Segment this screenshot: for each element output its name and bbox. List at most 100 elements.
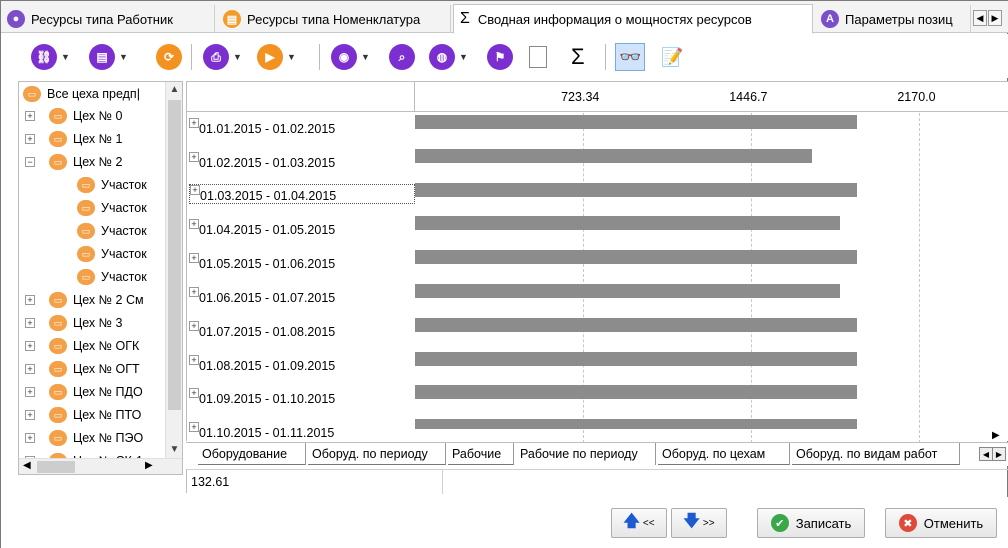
scroll-thumb[interactable] bbox=[168, 100, 181, 410]
expand-icon[interactable]: + bbox=[25, 111, 35, 121]
flag-button[interactable]: ⚑ bbox=[487, 43, 513, 71]
chevron-down-icon[interactable]: ▼ bbox=[119, 52, 128, 62]
period-row-label[interactable]: +01.04.2015 - 01.05.2015 bbox=[189, 217, 389, 237]
workshop-tree[interactable]: ▭ Все цеха предп| + ▭ Цех № 0 + ▭ Цех № 1 − ▭ Це… bbox=[18, 81, 183, 475]
period-row-label[interactable]: +01.06.2015 - 01.07.2015 bbox=[189, 285, 389, 305]
period-row-label[interactable]: +01.02.2015 - 01.03.2015 bbox=[189, 150, 389, 170]
new-page-button[interactable] bbox=[529, 43, 547, 71]
period-row-label[interactable]: +01.03.2015 - 01.04.2015 bbox=[189, 183, 415, 204]
tree-item[interactable]: ▭ Участок bbox=[77, 174, 147, 196]
tree-item[interactable]: + ▭ Цех № ОГК bbox=[25, 335, 139, 357]
sheet-scroll-right-button[interactable]: ▶ bbox=[992, 447, 1006, 461]
expand-icon[interactable]: + bbox=[189, 287, 199, 297]
sheet-tab[interactable]: Рабочие по периоду bbox=[516, 443, 656, 465]
globe-button[interactable]: ◍ ▼ bbox=[429, 43, 468, 71]
expand-icon[interactable]: + bbox=[25, 410, 35, 420]
tree-item[interactable]: − ▭ Цех № 2 bbox=[25, 151, 122, 173]
expand-icon[interactable]: + bbox=[189, 118, 199, 128]
expand-icon[interactable]: + bbox=[25, 318, 35, 328]
tab-capacity-summary[interactable]: Σ Сводная информация о мощностях ресурсо… bbox=[453, 4, 813, 34]
scroll-left-icon[interactable]: ◀ bbox=[23, 460, 31, 471]
tree-vertical-scrollbar[interactable]: ▲ ▼ bbox=[165, 82, 182, 460]
scroll-right-icon[interactable]: ▶ bbox=[145, 460, 153, 471]
sheet-tab[interactable]: Оборуд. по видам работ bbox=[792, 443, 960, 465]
expand-icon[interactable]: + bbox=[25, 433, 35, 443]
period-row-label[interactable]: +01.09.2015 - 01.10.2015 bbox=[189, 386, 389, 406]
tab-scroll-right-button[interactable]: ▶ bbox=[988, 10, 1002, 26]
expand-icon[interactable]: + bbox=[25, 364, 35, 374]
expand-icon[interactable]: + bbox=[189, 354, 199, 365]
print-button[interactable]: ⎙ ▼ bbox=[203, 43, 242, 71]
tree-item-label: Цех № ПТО bbox=[73, 408, 142, 422]
chevron-down-icon[interactable]: ▼ bbox=[287, 52, 296, 62]
tree-horizontal-scrollbar[interactable]: ◀ ▶ bbox=[19, 458, 182, 474]
tree-root[interactable]: ▭ Все цеха предп| bbox=[23, 83, 140, 105]
sheet-scroll-left-button[interactable]: ◀ bbox=[979, 447, 993, 461]
tree-item[interactable]: ▭ Участок bbox=[77, 197, 147, 219]
save-button[interactable]: ✔ Записать bbox=[757, 508, 865, 538]
expand-icon[interactable]: + bbox=[189, 151, 199, 162]
chart-scroll-right-icon[interactable]: ▶ bbox=[992, 430, 1000, 441]
chevron-down-icon[interactable]: ▼ bbox=[459, 52, 468, 62]
workshop-icon: ▭ bbox=[49, 361, 67, 377]
tree-item[interactable]: + ▭ Цех № ПДО bbox=[25, 381, 143, 403]
tree-item[interactable]: ▭ Участок bbox=[77, 243, 147, 265]
view-button[interactable]: ◉ ▼ bbox=[331, 43, 370, 71]
tree-item[interactable]: + ▭ Цех № 0 bbox=[25, 105, 122, 127]
scroll-down-icon[interactable]: ▼ bbox=[166, 444, 182, 455]
tree-item[interactable]: + ▭ Цех № 1 bbox=[25, 128, 122, 150]
run-button[interactable]: ▶ ▼ bbox=[257, 43, 296, 71]
expand-icon[interactable]: + bbox=[25, 387, 35, 397]
tab-resources-worker[interactable]: ● Ресурсы типа Работник bbox=[1, 5, 215, 33]
chevron-down-icon[interactable]: ▼ bbox=[233, 52, 242, 62]
expand-icon[interactable]: + bbox=[189, 422, 199, 433]
axis-tick-label: 2170.0 bbox=[897, 90, 936, 104]
tab-resources-nomenclature[interactable]: ▤ Ресурсы типа Номенклатура bbox=[217, 5, 451, 33]
sheet-tab[interactable]: Оборудование bbox=[198, 443, 306, 465]
expand-icon[interactable]: + bbox=[25, 295, 35, 305]
link-button[interactable]: ⛓ ▼ bbox=[31, 43, 70, 71]
sheet-tab[interactable]: Оборуд. по цехам bbox=[658, 443, 790, 465]
tree-item[interactable]: + ▭ Цех № ПЭО bbox=[25, 427, 143, 449]
document-button[interactable]: ▤ ▼ bbox=[89, 43, 128, 71]
sheet-tab[interactable]: Рабочие bbox=[448, 443, 514, 465]
scroll-thumb[interactable] bbox=[37, 461, 75, 473]
collapse-icon[interactable]: − bbox=[25, 157, 35, 167]
chevron-down-icon[interactable]: ▼ bbox=[361, 52, 370, 62]
period-label: 01.07.2015 - 01.08.2015 bbox=[199, 324, 336, 339]
find-button[interactable]: ⌕ bbox=[389, 43, 415, 71]
capacity-bar bbox=[415, 216, 841, 231]
expand-icon[interactable]: + bbox=[189, 388, 199, 399]
tree-item[interactable]: + ▭ Цех № ОГТ bbox=[25, 358, 140, 380]
tree-item[interactable]: ▭ Участок bbox=[77, 266, 147, 288]
next-button[interactable]: 🡇 >> bbox=[671, 508, 727, 538]
expand-icon[interactable]: + bbox=[189, 320, 199, 331]
tree-item[interactable]: + ▭ Цех № ПТО bbox=[25, 404, 141, 426]
tab-position-parameters[interactable]: A Параметры позиц bbox=[815, 5, 971, 33]
scroll-up-icon[interactable]: ▲ bbox=[166, 84, 182, 95]
tree-item[interactable]: + ▭ Цех № 3 bbox=[25, 312, 122, 334]
previous-button[interactable]: 🡅 << bbox=[611, 508, 667, 538]
glasses-toggle-button[interactable]: 👓 bbox=[615, 43, 646, 71]
refresh-button[interactable]: ⟳ bbox=[156, 43, 182, 71]
expand-icon[interactable]: + bbox=[189, 219, 199, 230]
expand-icon[interactable]: + bbox=[25, 134, 35, 144]
period-row-label[interactable]: +01.01.2015 - 01.02.2015 bbox=[189, 116, 389, 136]
expand-icon[interactable]: + bbox=[189, 253, 199, 264]
tree-item[interactable]: + ▭ Цех № 2 См bbox=[25, 289, 144, 311]
sheet-tab[interactable]: Оборуд. по периоду bbox=[308, 443, 446, 465]
edit-button[interactable]: 📝 bbox=[661, 43, 683, 71]
tree-item[interactable]: ▭ Участок bbox=[77, 220, 147, 242]
period-row-label[interactable]: +01.08.2015 - 01.09.2015 bbox=[189, 353, 389, 373]
period-row-label[interactable]: +01.10.2015 - 01.11.2015 bbox=[189, 420, 389, 440]
chevron-down-icon[interactable]: ▼ bbox=[61, 52, 70, 62]
cancel-button[interactable]: ✖ Отменить bbox=[885, 508, 997, 538]
expand-icon[interactable]: + bbox=[25, 341, 35, 351]
eye-icon: ◉ bbox=[331, 44, 357, 70]
expand-icon[interactable]: + bbox=[190, 184, 200, 195]
tab-scroll-left-button[interactable]: ◀ bbox=[973, 10, 987, 26]
blank-page-icon bbox=[529, 46, 547, 68]
period-row-label[interactable]: +01.07.2015 - 01.08.2015 bbox=[189, 319, 389, 339]
period-row-label[interactable]: +01.05.2015 - 01.06.2015 bbox=[189, 251, 389, 271]
sum-button[interactable]: Σ bbox=[571, 43, 585, 71]
